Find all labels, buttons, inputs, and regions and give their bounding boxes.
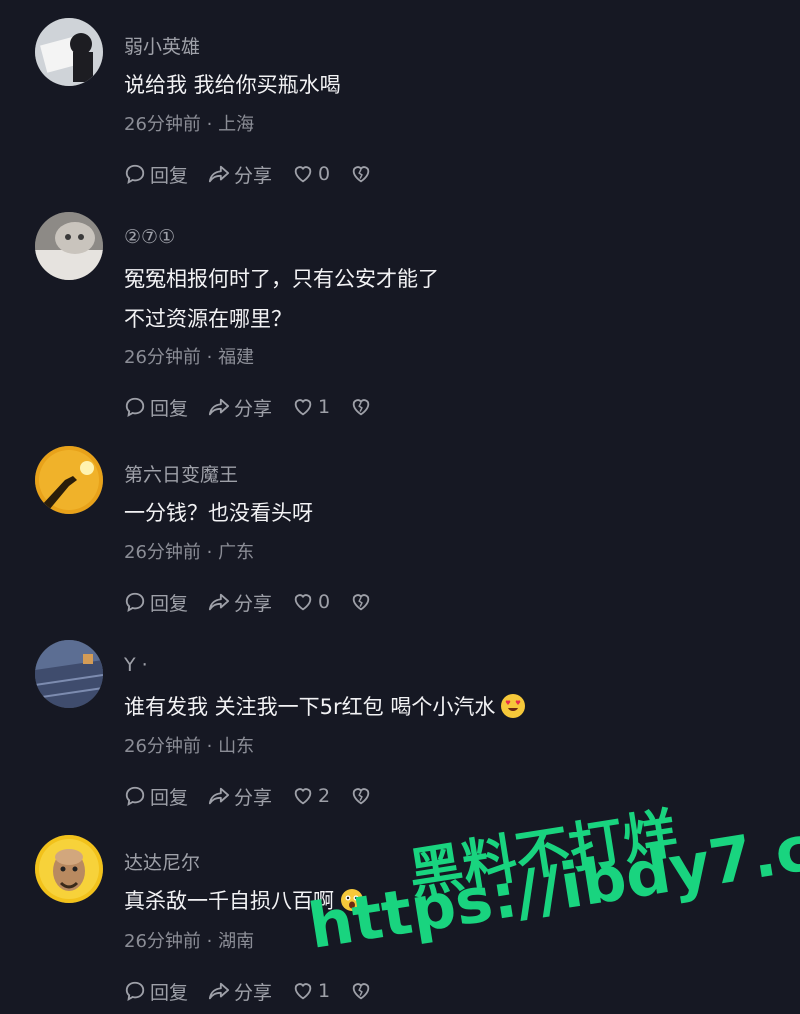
reply-icon (125, 981, 145, 1001)
meta-separator: · (206, 347, 213, 368)
action-bar: 回复 分享 0 (124, 160, 396, 188)
comment-text: 说给我 我给你买瓶水喝 (124, 73, 341, 97)
action-bar: 回复 分享 2 (124, 782, 396, 810)
reply-button[interactable]: 回复 (124, 394, 188, 421)
share-icon (208, 398, 230, 416)
comment-text: 谁有发我 关注我一下5r红包 喝个小汽水 (124, 692, 526, 722)
action-bar: 回复 分享 1 (124, 393, 396, 421)
share-icon (208, 787, 230, 805)
comment-text: 一分钱？也没看头呀 (124, 501, 313, 525)
comment-meta: 26分钟前 · 湖南 (124, 927, 254, 953)
reply-label: 回复 (150, 164, 189, 187)
like-button[interactable]: 0 (292, 163, 330, 185)
comment-text: 冤冤相报何时了，只有公安才能了 (124, 267, 439, 291)
share-icon (208, 593, 230, 611)
heart-icon (294, 594, 312, 611)
meta-separator: · (206, 114, 213, 135)
comment-text-content: 真杀敌一千自损八百啊 (124, 889, 334, 913)
reply-button[interactable]: 回复 (124, 589, 188, 616)
avatar[interactable] (35, 640, 103, 708)
share-label: 分享 (234, 592, 273, 615)
share-label: 分享 (234, 397, 273, 420)
location: 山东 (218, 736, 255, 757)
like-button[interactable]: 1 (292, 980, 330, 1002)
dislike-button[interactable] (350, 591, 376, 613)
location: 上海 (218, 114, 255, 135)
comment-meta: 26分钟前 · 广东 (124, 538, 254, 564)
reply-icon (125, 164, 145, 184)
reply-icon (125, 592, 145, 612)
comment-meta: 26分钟前 · 山东 (124, 732, 254, 758)
reply-label: 回复 (150, 592, 189, 615)
meta-separator: · (206, 736, 213, 757)
avatar[interactable] (35, 446, 103, 514)
like-count: 0 (318, 163, 331, 185)
action-bar: 回复 分享 1 (124, 977, 396, 1005)
timestamp: 26分钟前 (124, 736, 201, 757)
meta-separator: · (206, 931, 213, 952)
action-bar: 回复 分享 0 (124, 588, 396, 616)
timestamp: 26分钟前 (124, 542, 201, 563)
share-button[interactable]: 分享 (208, 589, 272, 616)
reply-button[interactable]: 回复 (124, 161, 188, 188)
share-button[interactable]: 分享 (208, 783, 272, 810)
share-icon (208, 982, 230, 1000)
reply-label: 回复 (150, 981, 189, 1004)
dislike-button[interactable] (350, 980, 376, 1002)
timestamp: 26分钟前 (124, 347, 201, 368)
like-button[interactable]: 0 (292, 591, 330, 613)
avatar[interactable] (35, 212, 103, 280)
username[interactable]: 第六日变魔王 (124, 460, 238, 487)
like-button[interactable]: 1 (292, 396, 330, 418)
share-icon (208, 165, 230, 183)
like-button[interactable]: 2 (292, 785, 330, 807)
like-count: 2 (318, 785, 331, 807)
dislike-button[interactable] (350, 163, 376, 185)
broken-heart-icon (352, 166, 370, 183)
share-button[interactable]: 分享 (208, 161, 272, 188)
broken-heart-icon (352, 399, 370, 416)
like-count: 0 (318, 591, 331, 613)
timestamp: 26分钟前 (124, 931, 201, 952)
location: 福建 (218, 347, 255, 368)
share-label: 分享 (234, 786, 273, 809)
comment-meta: 26分钟前 · 上海 (124, 110, 254, 136)
comment-text: 不过资源在哪里？ (124, 307, 292, 331)
avatar[interactable] (35, 18, 103, 86)
heart-icon (294, 166, 312, 183)
username[interactable]: 弱小英雄 (124, 32, 200, 59)
broken-heart-icon (352, 983, 370, 1000)
dislike-button[interactable] (350, 396, 376, 418)
location: 广东 (218, 542, 255, 563)
share-label: 分享 (234, 164, 273, 187)
username[interactable]: Y · (124, 654, 148, 676)
avatar[interactable] (35, 835, 103, 903)
share-label: 分享 (234, 981, 273, 1004)
like-count: 1 (318, 396, 331, 418)
username[interactable]: ②⑦① (124, 226, 175, 248)
comment-text-content: 谁有发我 关注我一下5r红包 喝个小汽水 (124, 695, 496, 719)
share-button[interactable]: 分享 (208, 394, 272, 421)
timestamp: 26分钟前 (124, 114, 201, 135)
reply-icon (125, 397, 145, 417)
share-button[interactable]: 分享 (208, 978, 272, 1005)
comment-meta: 26分钟前 · 福建 (124, 343, 254, 369)
reply-button[interactable]: 回复 (124, 783, 188, 810)
heart-icon (294, 399, 312, 416)
heart-eyes-emoji (501, 694, 526, 718)
dislike-button[interactable] (350, 785, 376, 807)
reply-icon (125, 786, 145, 806)
broken-heart-icon (352, 788, 370, 805)
heart-icon (294, 788, 312, 805)
reply-label: 回复 (150, 786, 189, 809)
heart-icon (294, 983, 312, 1000)
location: 湖南 (218, 931, 255, 952)
broken-heart-icon (352, 594, 370, 611)
like-count: 1 (318, 980, 331, 1002)
username[interactable]: 达达尼尔 (124, 848, 200, 875)
meta-separator: · (206, 542, 213, 563)
reply-label: 回复 (150, 397, 189, 420)
reply-button[interactable]: 回复 (124, 978, 188, 1005)
